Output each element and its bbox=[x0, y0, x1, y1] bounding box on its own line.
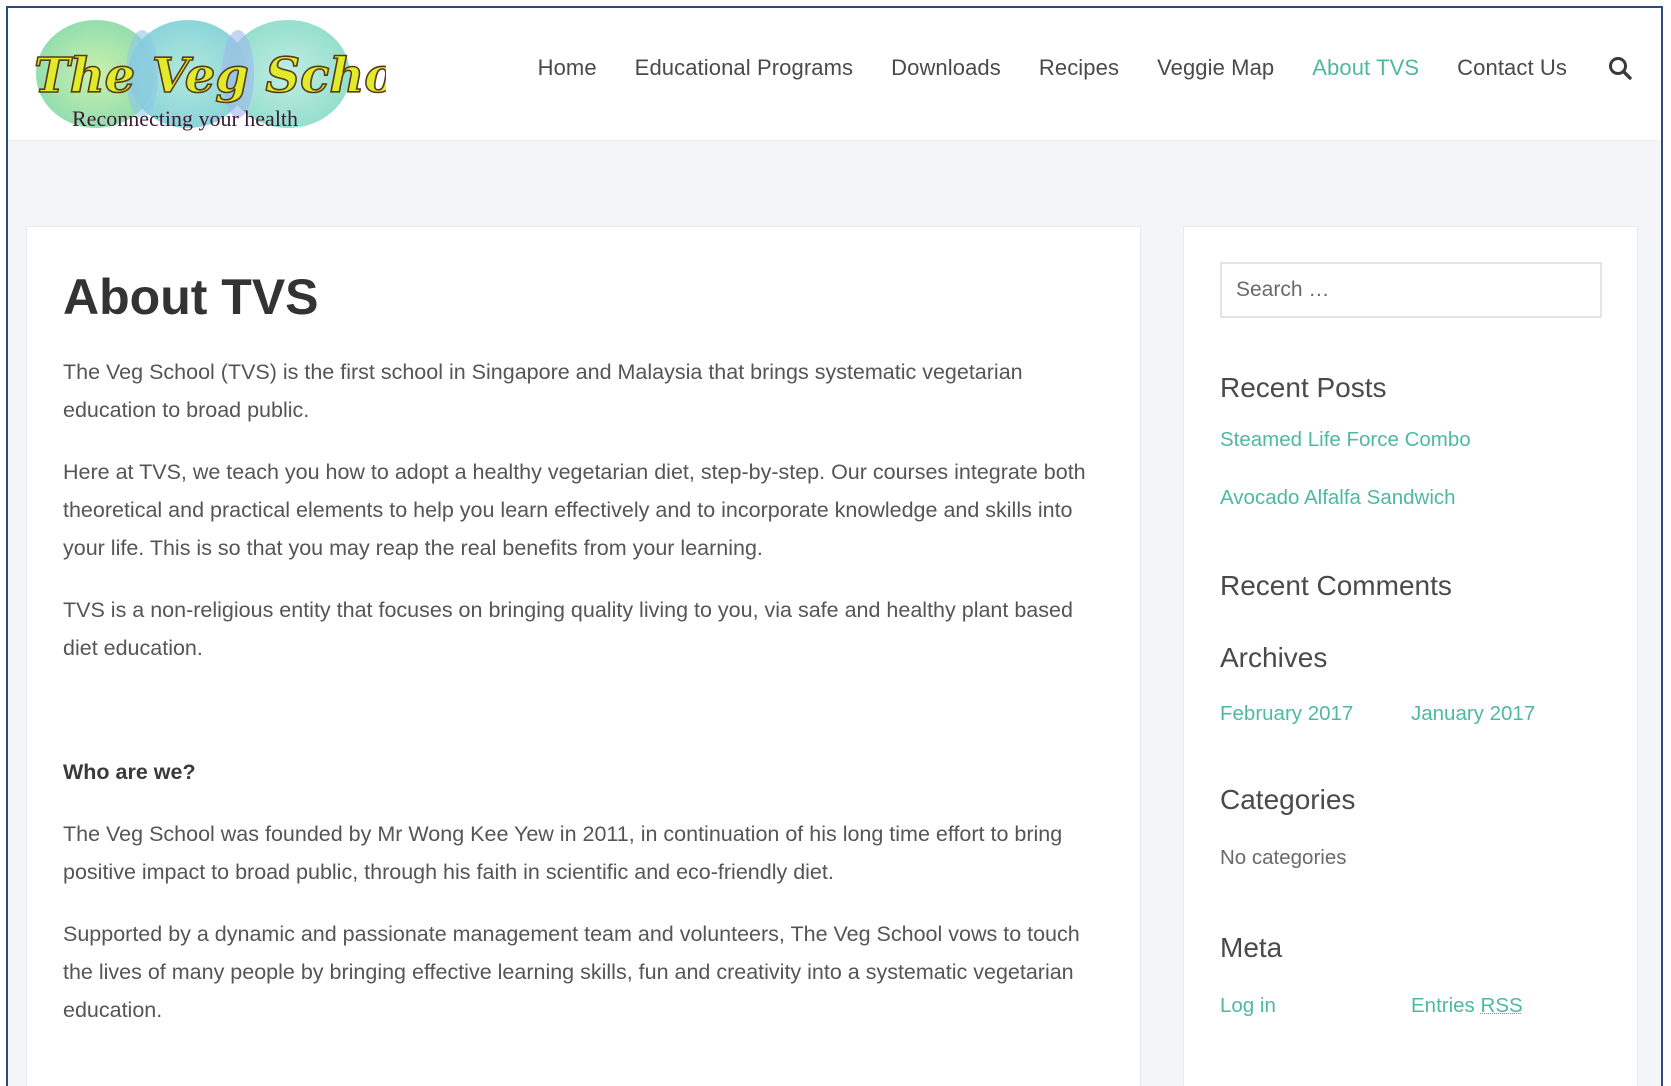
widget-title-recent-comments: Recent Comments bbox=[1220, 570, 1452, 601]
nav-item-recipes[interactable]: Recipes bbox=[1039, 55, 1119, 81]
article-paragraph: Supported by a dynamic and passionate ma… bbox=[63, 922, 1080, 1022]
nav-item-educational-programs[interactable]: Educational Programs bbox=[635, 55, 853, 81]
page-title: About TVS bbox=[63, 269, 319, 325]
meta-login-link[interactable]: Log in bbox=[1220, 992, 1411, 1020]
archives-list: February 2017 January 2017 bbox=[1220, 700, 1602, 728]
site-header: The Veg School Reconnecting your health … bbox=[8, 8, 1661, 141]
meta-list: Log in Entries RSS bbox=[1220, 992, 1602, 1020]
archive-link-february-2017[interactable]: February 2017 bbox=[1220, 700, 1411, 728]
section-heading-who-are-we: Who are we? bbox=[63, 760, 196, 784]
sidebar: Recent Posts Steamed Life Force Combo Av… bbox=[1183, 226, 1638, 1086]
widget-title-categories: Categories bbox=[1220, 784, 1356, 815]
article-paragraph: The Veg School (TVS) is the first school… bbox=[63, 360, 1023, 422]
widget-title-meta: Meta bbox=[1220, 932, 1283, 963]
nav-item-about-tvs[interactable]: About TVS bbox=[1312, 55, 1419, 81]
article-content: About TVS The Veg School (TVS) is the fi… bbox=[63, 267, 1103, 1053]
meta-entries-rss-link[interactable]: Entries RSS bbox=[1411, 992, 1602, 1020]
archive-link-january-2017[interactable]: January 2017 bbox=[1411, 700, 1602, 728]
nav-item-veggie-map[interactable]: Veggie Map bbox=[1157, 55, 1274, 81]
main-nav: Home Educational Programs Downloads Reci… bbox=[500, 48, 1633, 88]
logo-image: The Veg School Reconnecting your health bbox=[33, 20, 386, 131]
browser-viewport: The Veg School Reconnecting your health … bbox=[6, 6, 1663, 1086]
article-paragraph: The Veg School was founded by Mr Wong Ke… bbox=[63, 822, 1063, 884]
nav-item-home[interactable]: Home bbox=[538, 55, 597, 81]
logo-title: The Veg School bbox=[34, 48, 386, 104]
article-paragraph: Here at TVS, we teach you how to adopt a… bbox=[63, 460, 1086, 560]
widget-title-recent-posts: Recent Posts bbox=[1220, 372, 1387, 403]
logo-tagline: Reconnecting your health bbox=[72, 106, 298, 131]
widget-title-archives: Archives bbox=[1220, 642, 1328, 673]
search-icon[interactable] bbox=[1607, 55, 1633, 81]
article-paragraph: TVS is a non-religious entity that focus… bbox=[63, 598, 1073, 660]
sidebar-content: Recent Posts Steamed Life Force Combo Av… bbox=[1220, 262, 1602, 1020]
site-logo[interactable]: The Veg School Reconnecting your health bbox=[26, 16, 386, 136]
recent-post-link[interactable]: Steamed Life Force Combo bbox=[1220, 426, 1602, 454]
entries-label: Entries bbox=[1411, 994, 1475, 1017]
article-card: About TVS The Veg School (TVS) is the fi… bbox=[26, 226, 1141, 1086]
nav-item-contact-us[interactable]: Contact Us bbox=[1457, 55, 1567, 81]
rss-abbr: RSS bbox=[1480, 994, 1523, 1017]
nav-item-downloads[interactable]: Downloads bbox=[891, 55, 1001, 81]
search-input[interactable] bbox=[1220, 262, 1602, 318]
recent-post-link[interactable]: Avocado Alfalfa Sandwich bbox=[1220, 484, 1602, 512]
categories-empty-text: No categories bbox=[1220, 846, 1347, 869]
